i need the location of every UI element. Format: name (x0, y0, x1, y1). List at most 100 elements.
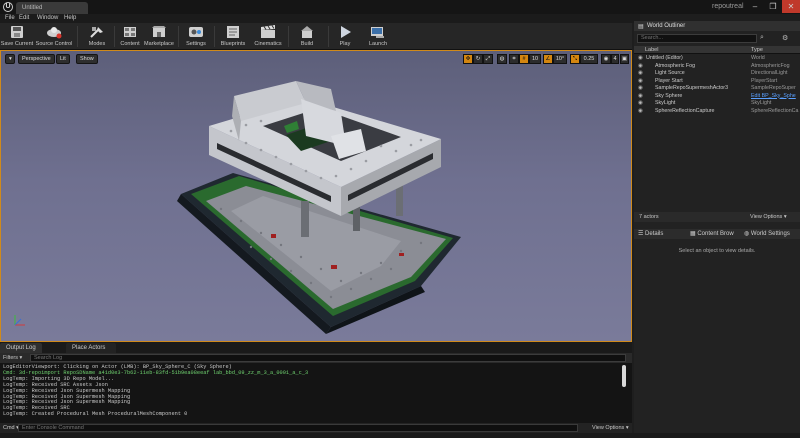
outliner-row[interactable]: ◉ Light Source DirectionalLight (634, 70, 800, 78)
outliner-icon: ▤ (638, 24, 644, 30)
blueprints-icon (227, 26, 239, 38)
launch-icon (371, 27, 384, 38)
visibility-eye-icon[interactable]: ◉ (638, 78, 643, 86)
log-scrollbar[interactable] (622, 365, 626, 387)
tab-details-label: Details (645, 231, 664, 237)
cinematics-button[interactable]: Cinematics (252, 24, 284, 49)
visibility-eye-icon[interactable]: ◉ (638, 93, 643, 101)
outliner-row[interactable]: ◉ Atmospheric Fog AtmosphericFog (634, 63, 800, 71)
play-button[interactable]: Play (332, 24, 358, 49)
console-command-input[interactable]: Enter Console Command (18, 424, 578, 432)
tab-place-actors[interactable]: Place Actors (66, 343, 116, 353)
row-label: SphereReflectionCapture (655, 107, 715, 114)
row-label: Sky Sphere (655, 92, 683, 99)
project-name: repoutreal (712, 3, 744, 10)
log-search-input[interactable]: Search Log (30, 354, 626, 362)
maximize-button[interactable]: ❐ (764, 0, 782, 13)
marketplace-icon (152, 26, 166, 37)
cinematics-icon (261, 25, 275, 38)
col-type[interactable]: Type (751, 47, 763, 53)
blueprints-button[interactable]: Blueprints (218, 24, 248, 49)
play-icon (341, 26, 351, 38)
visibility-eye-icon[interactable]: ◉ (638, 70, 643, 78)
search-icon[interactable]: ⌕ (760, 34, 770, 43)
tab-world-settings-label: World Settings (750, 231, 790, 237)
row-type: DirectionalLight (751, 70, 788, 76)
row-type: SampleRepoSuper (751, 85, 796, 91)
settings-icon (189, 27, 203, 37)
actor-count: 7 actors (639, 214, 659, 220)
content-button[interactable]: Content (118, 24, 142, 49)
outliner-view-options[interactable]: View Options ▾ (750, 212, 787, 222)
row-type: SphereReflectionCa (751, 107, 799, 114)
world-outliner-tab[interactable]: ▤ World Outliner (634, 21, 800, 31)
outliner-row[interactable]: ◉ Sky Sphere Edit BP_Sky_Sphe (634, 93, 800, 101)
close-button[interactable]: ✕ (782, 0, 800, 13)
source-control-icon (47, 27, 62, 39)
visibility-eye-icon[interactable]: ◉ (638, 85, 643, 93)
outliner-row[interactable]: ◉ Untitled (Editor) World (634, 55, 800, 63)
scene-render (14, 81, 461, 334)
log-output: LogEditorViewport: Clicking on Actor (LM… (0, 363, 632, 423)
row-label: SampleRepoSupermeshActor3 (655, 85, 729, 91)
row-type: World (751, 55, 765, 61)
details-tab-strip: ☰ Details ▦ Content Brow ◍ World Setting… (634, 229, 800, 239)
tab-content-browser[interactable]: ▦ Content Brow (690, 229, 734, 239)
minimize-button[interactable]: – (746, 0, 764, 13)
outliner-column-header: Label Type (634, 46, 800, 54)
tab-place-actors-label: Place Actors (72, 345, 106, 351)
tab-output-log[interactable]: Output Log (0, 343, 42, 353)
red-brick (399, 253, 404, 256)
col-label[interactable]: Label (645, 47, 658, 53)
visibility-eye-icon[interactable]: ◉ (638, 108, 643, 116)
log-tab-strip: Output Log Place Actors (0, 342, 632, 353)
outliner-row[interactable]: ◉ SkyLight SkyLight (634, 100, 800, 108)
source-control-button[interactable]: Source Control (34, 24, 74, 49)
outliner-search-input[interactable]: Search... (637, 34, 757, 43)
visibility-eye-icon[interactable]: ◉ (638, 63, 643, 71)
world-settings-icon: ◍ (744, 231, 751, 237)
unreal-logo-icon: U (3, 2, 13, 12)
settings-button[interactable]: Settings (182, 24, 210, 49)
marketplace-button[interactable]: Marketplace (144, 24, 174, 49)
row-type: AtmosphericFog (751, 62, 790, 69)
status-bar (0, 433, 800, 438)
tab-output-log-label: Output Log (6, 345, 36, 351)
outliner-row[interactable]: ◉ SampleRepoSupermeshActor3 SampleRepoSupe… (634, 85, 800, 93)
document-tab[interactable]: Untitled (16, 2, 88, 14)
filters-dropdown[interactable]: Filters ▾ (3, 355, 22, 361)
save-icon (11, 26, 23, 38)
log-view-options[interactable]: View Options ▾ (592, 425, 629, 431)
menu-edit[interactable]: Edit (19, 15, 29, 21)
outliner-row[interactable]: ◉ SphereReflectionCapture SphereReflection… (634, 108, 800, 116)
save-current-button[interactable]: Save Current (0, 24, 34, 49)
tab-details[interactable]: ☰ Details (638, 229, 663, 239)
level-viewport[interactable]: ▾ Perspective Lit Show ✥ ↻ ⤢ ◍ ⌗ # 10 ∠ … (0, 50, 632, 342)
row-label: Untitled (Editor) (646, 55, 683, 61)
main-toolbar: Save Current Source Control Modes Conten… (0, 23, 632, 50)
red-brick (271, 234, 276, 238)
details-icon: ☰ (638, 231, 646, 237)
modes-icon (90, 27, 103, 38)
visibility-eye-icon[interactable]: ◉ (638, 55, 643, 63)
build-button[interactable]: Build (292, 24, 322, 49)
row-label: Atmospheric Fog (655, 62, 696, 69)
menu-window[interactable]: Window (37, 15, 58, 21)
log-filter-bar: Filters ▾ Search Log (0, 353, 632, 363)
log-line: LogTemp: Created Procedural Mesh Procedu… (3, 411, 188, 418)
edit-blueprint-link[interactable]: Edit BP_Sky_Sphe (751, 93, 796, 101)
title-bar (0, 0, 800, 14)
launch-button[interactable]: Launch (364, 24, 392, 49)
outliner-settings-icon[interactable]: ⚙ (782, 34, 792, 43)
axis-gizmo (14, 315, 25, 326)
menu-file[interactable]: File (5, 15, 15, 21)
tab-world-settings[interactable]: ◍ World Settings (744, 229, 790, 239)
row-type: PlayerStart (751, 77, 778, 84)
modes-button[interactable]: Modes (84, 24, 110, 49)
visibility-eye-icon[interactable]: ◉ (638, 100, 643, 108)
tab-content-browser-label: Content Brow (697, 231, 734, 237)
red-brick (331, 265, 337, 269)
outliner-row[interactable]: ◉ Player Start PlayerStart (634, 78, 800, 86)
menu-help[interactable]: Help (64, 15, 76, 21)
cmd-dropdown[interactable]: Cmd ▾ (3, 425, 19, 431)
